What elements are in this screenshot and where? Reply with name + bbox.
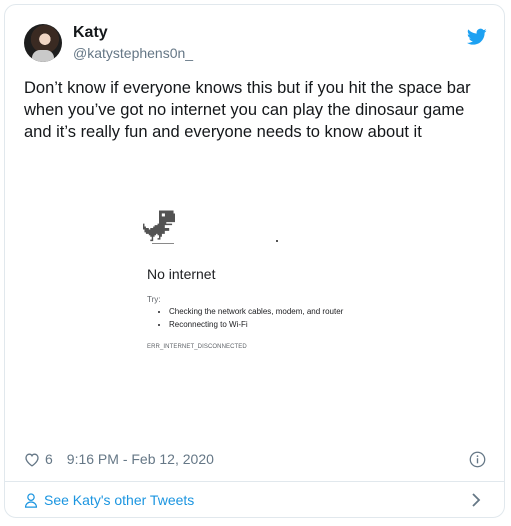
ground-pebble — [276, 240, 278, 242]
see-more-tweets-link[interactable]: See Katy's other Tweets — [24, 492, 194, 508]
like-count[interactable]: 6 — [45, 451, 53, 467]
tweet-card: Katy @katystephens0n_ Don’t know if ever… — [4, 4, 505, 518]
author-handle[interactable]: @katystephens0n_ — [73, 45, 193, 61]
try-label: Try: — [147, 295, 161, 304]
suggestion-item: Reconnecting to Wi-Fi — [169, 318, 343, 331]
suggestion-item: Checking the network cables, modem, and … — [169, 305, 343, 318]
footer-divider — [5, 481, 504, 482]
avatar[interactable] — [24, 24, 62, 62]
author-name[interactable]: Katy — [73, 24, 108, 42]
twitter-bird-icon[interactable] — [467, 28, 487, 46]
suggestion-list: Checking the network cables, modem, and … — [159, 305, 343, 331]
see-more-label[interactable]: See Katy's other Tweets — [44, 492, 194, 508]
heart-icon[interactable] — [24, 452, 40, 467]
info-icon[interactable] — [469, 451, 486, 468]
user-icon — [24, 492, 38, 508]
ground-line — [152, 243, 174, 244]
tweet-media-image[interactable]: No internet Try: Checking the network ca… — [115, 210, 395, 370]
no-internet-heading: No internet — [147, 266, 216, 282]
chevron-right-icon[interactable] — [469, 491, 483, 509]
dinosaur-icon — [143, 210, 175, 242]
tweet-meta: 6 9:16 PM - Feb 12, 2020 — [24, 451, 214, 467]
timestamp[interactable]: 9:16 PM - Feb 12, 2020 — [67, 451, 214, 467]
tweet-text: Don’t know if everyone knows this but if… — [24, 79, 471, 141]
error-code: ERR_INTERNET_DISCONNECTED — [147, 344, 247, 350]
